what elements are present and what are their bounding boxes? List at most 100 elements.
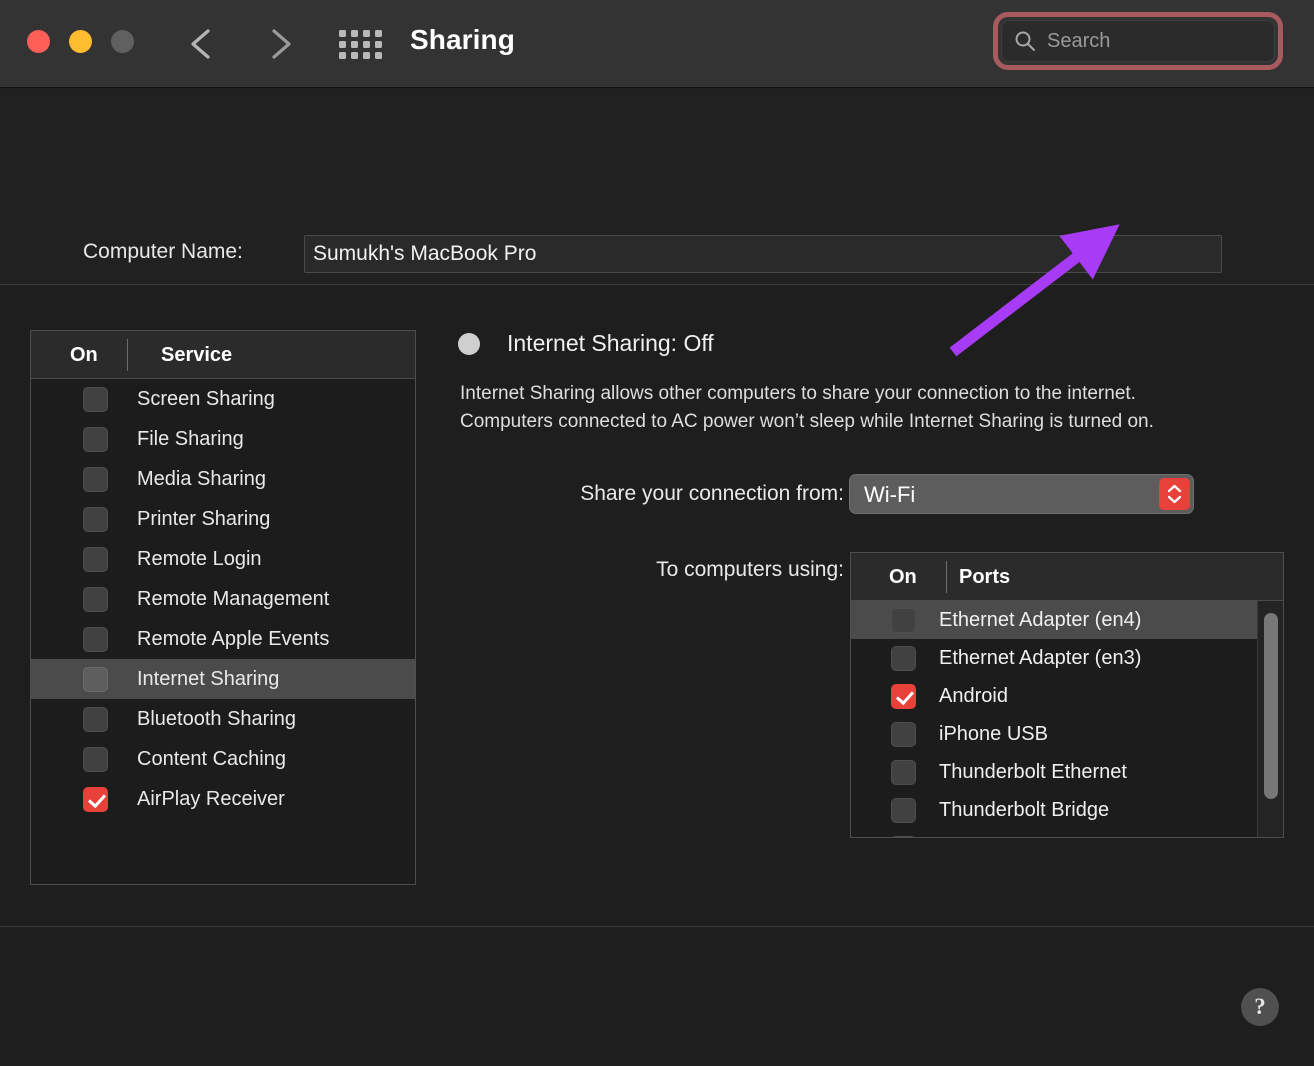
internet-sharing-detail-pane: Internet Sharing: Off Internet Sharing a… (458, 286, 1298, 927)
table-row[interactable]: Ethernet Adapter (en4) (851, 601, 1283, 639)
close-window-button[interactable] (27, 30, 50, 53)
ports-scrollbar-thumb[interactable] (1264, 613, 1278, 799)
service-name-label: Bluetooth Sharing (137, 707, 297, 730)
search-input[interactable] (1047, 21, 1266, 61)
status-indicator-icon (458, 332, 480, 355)
share-connection-from-popup[interactable]: Wi-Fi (849, 474, 1194, 514)
forward-button[interactable] (260, 22, 300, 66)
window-title: Sharing (410, 24, 515, 55)
search-highlight-ring (993, 12, 1283, 70)
service-enable-checkbox[interactable] (83, 586, 108, 612)
internet-sharing-status-title: Internet Sharing: Off (507, 330, 714, 356)
service-enable-checkbox[interactable] (83, 506, 108, 532)
table-row[interactable]: Printer Sharing (31, 499, 415, 539)
share-connection-from-label: Share your connection from: (580, 482, 844, 505)
service-enable-checkbox[interactable] (83, 386, 108, 412)
port-name-label: Thunderbolt Bridge (939, 798, 1110, 821)
port-enable-checkbox[interactable] (891, 645, 916, 671)
show-all-preferences-grid-icon[interactable] (339, 28, 382, 60)
table-row[interactable]: Thunderbolt Bridge (851, 791, 1283, 829)
table-row[interactable]: Ethernet Adapter (en3) (851, 639, 1283, 677)
port-enable-checkbox[interactable] (891, 835, 916, 837)
chevron-up-down-icon (1167, 484, 1182, 504)
table-row[interactable]: Remote Login (31, 539, 415, 579)
port-name-label: iPhone USB (939, 722, 1048, 745)
service-name-label: File Sharing (137, 427, 244, 450)
services-row-list: Screen Sharing File Sharing Media Sharing P… (31, 379, 415, 819)
table-row[interactable]: Content Caching (31, 739, 415, 779)
computer-name-input[interactable] (304, 235, 1222, 273)
help-button[interactable]: ? (1241, 988, 1279, 1026)
share-connection-from-value: Wi-Fi (864, 482, 916, 507)
ports-column-ports: Ports (959, 566, 1011, 588)
column-divider (127, 339, 128, 371)
service-name-label: Remote Management (137, 587, 330, 610)
table-row[interactable]: Media Sharing (31, 459, 415, 499)
ports-row-list: Ethernet Adapter (en4) Ethernet Adapter (… (851, 601, 1283, 837)
minimize-window-button[interactable] (69, 30, 92, 53)
port-enable-checkbox[interactable] (891, 759, 916, 785)
table-row[interactable]: File Sharing (31, 419, 415, 459)
to-computers-using-label: To computers using: (656, 558, 844, 581)
table-row[interactable]: Thunderbolt Bridge (851, 829, 1283, 837)
service-enable-checkbox[interactable] (83, 746, 108, 772)
service-enable-checkbox-checked[interactable] (83, 786, 108, 812)
service-name-label: AirPlay Receiver (137, 787, 285, 810)
internet-sharing-description: Internet Sharing allows other computers … (460, 383, 1154, 432)
service-enable-checkbox[interactable] (83, 546, 108, 572)
internet-sharing-status-row: Internet Sharing: Off (458, 330, 714, 357)
port-enable-checkbox[interactable] (891, 797, 916, 823)
window-bottom-bar: ? (0, 928, 1314, 1066)
services-column-service: Service (161, 344, 233, 366)
service-name-label: Remote Apple Events (137, 627, 330, 650)
service-enable-checkbox[interactable] (83, 466, 108, 492)
table-row[interactable]: Thunderbolt Ethernet (851, 753, 1283, 791)
service-name-label: Remote Login (137, 547, 262, 570)
port-enable-checkbox[interactable] (891, 607, 916, 633)
services-table-header: On Service (31, 331, 415, 379)
port-name-label: Ethernet Adapter (en3) (939, 646, 1142, 669)
sharing-preferences-window: Sharing Computer Name: Computers on your… (0, 0, 1314, 1066)
table-row[interactable]: Internet Sharing (31, 659, 415, 699)
column-divider (946, 561, 947, 593)
service-name-label: Internet Sharing (137, 667, 280, 690)
table-row[interactable]: Remote Apple Events (31, 619, 415, 659)
service-enable-checkbox[interactable] (83, 426, 108, 452)
service-name-label: Printer Sharing (137, 507, 271, 530)
ports-table-header: On Ports (851, 553, 1283, 601)
port-name-label: Ethernet Adapter (en4) (939, 608, 1142, 631)
search-field[interactable] (1001, 20, 1275, 62)
port-enable-checkbox[interactable] (891, 721, 916, 747)
service-enable-checkbox[interactable] (83, 626, 108, 652)
sharing-body: On Service Screen Sharing File Sharing Med… (0, 286, 1314, 927)
table-row[interactable]: iPhone USB (851, 715, 1283, 753)
ports-column-on: On (889, 566, 917, 588)
traffic-light-controls (27, 30, 134, 53)
ports-table: On Ports Ethernet Adapter (en4) Ethernet … (850, 552, 1284, 838)
service-name-label: Content Caching (137, 747, 286, 770)
table-row[interactable]: Screen Sharing (31, 379, 415, 419)
chevron-left-icon (191, 29, 210, 59)
back-button[interactable] (184, 22, 224, 66)
services-table: On Service Screen Sharing File Sharing Med… (30, 330, 416, 885)
table-row[interactable]: Remote Management (31, 579, 415, 619)
port-enable-checkbox-checked[interactable] (891, 683, 916, 709)
port-name-label: Thunderbolt Bridge (939, 837, 1109, 838)
service-name-label: Screen Sharing (137, 387, 275, 410)
table-row[interactable]: Android (851, 677, 1283, 715)
computer-name-section: Computer Name: Computers on your local n… (0, 89, 1314, 341)
ports-scrollbar[interactable] (1257, 601, 1283, 837)
service-enable-checkbox[interactable] (83, 666, 108, 692)
table-row[interactable]: Bluetooth Sharing (31, 699, 415, 739)
search-icon (1015, 31, 1035, 51)
computer-name-label: Computer Name: (83, 240, 243, 263)
service-enable-checkbox[interactable] (83, 706, 108, 732)
window-toolbar: Sharing (0, 0, 1314, 88)
chevron-right-icon (272, 29, 291, 59)
services-column-on: On (70, 344, 98, 366)
popup-stepper-chevrons[interactable] (1159, 478, 1190, 510)
table-row[interactable]: AirPlay Receiver (31, 779, 415, 819)
port-name-label: Thunderbolt Ethernet (939, 760, 1127, 783)
service-name-label: Media Sharing (137, 467, 266, 490)
zoom-window-button[interactable] (111, 30, 134, 53)
